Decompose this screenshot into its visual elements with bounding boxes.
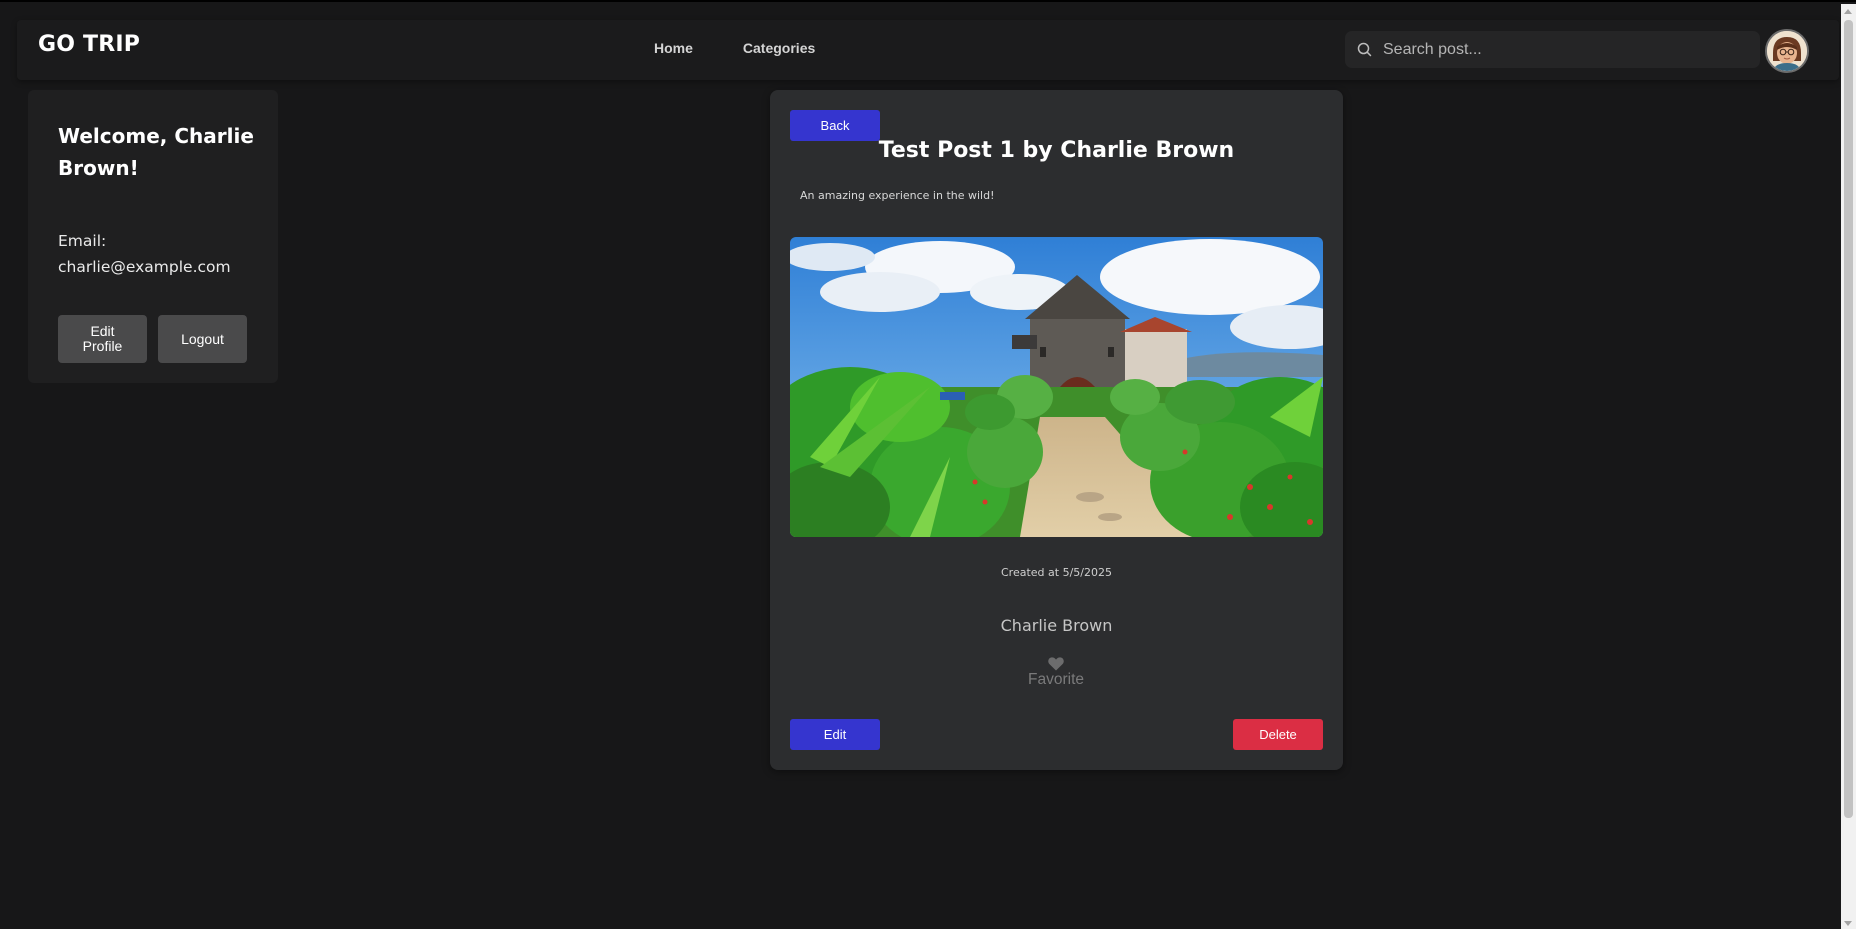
post-card: Back Test Post 1 by Charlie Brown An ama… (770, 90, 1343, 770)
nav-link-categories[interactable]: Categories (743, 40, 815, 56)
page: GO TRIP Home Categories Search post... W… (0, 0, 1856, 929)
created-at: Created at 5/5/2025 (1001, 566, 1112, 579)
scroll-thumb[interactable] (1844, 20, 1853, 818)
nav-links: Home Categories (654, 40, 815, 56)
nav-link-home[interactable]: Home (654, 40, 693, 56)
favorite-button[interactable]: Favorite (1006, 656, 1106, 689)
logout-button[interactable]: Logout (158, 315, 247, 363)
brand-logo[interactable]: GO TRIP (38, 32, 140, 57)
post-title: Test Post 1 by Charlie Brown (878, 138, 1235, 163)
back-button[interactable]: Back (790, 110, 880, 141)
search-box[interactable] (1345, 31, 1760, 68)
delete-button[interactable]: Delete (1233, 719, 1323, 750)
top-navbar: GO TRIP Home Categories (17, 20, 1839, 80)
scroll-up-arrow-icon[interactable] (1844, 9, 1852, 14)
post-subtitle: An amazing experience in the wild! (800, 189, 995, 202)
welcome-heading: Welcome, Charlie Brown! (58, 124, 254, 180)
email-block: Email: charlie@example.com (58, 228, 268, 280)
post-author[interactable]: Charlie Brown (770, 616, 1343, 635)
email-label: Email: (58, 232, 107, 250)
avatar[interactable] (1765, 29, 1809, 73)
favorite-label: Favorite (1028, 671, 1084, 688)
search-input[interactable] (1381, 39, 1760, 60)
heart-icon (1048, 656, 1064, 671)
search-icon (1356, 42, 1372, 58)
edit-profile-button[interactable]: Edit Profile (58, 315, 147, 363)
profile-sidebar: Welcome, Charlie Brown! Email: charlie@e… (28, 90, 278, 383)
edit-button[interactable]: Edit (790, 719, 880, 750)
vertical-scrollbar[interactable] (1841, 4, 1856, 929)
scroll-down-arrow-icon[interactable] (1844, 921, 1852, 926)
email-value: charlie@example.com (58, 258, 231, 276)
post-image (790, 237, 1323, 537)
